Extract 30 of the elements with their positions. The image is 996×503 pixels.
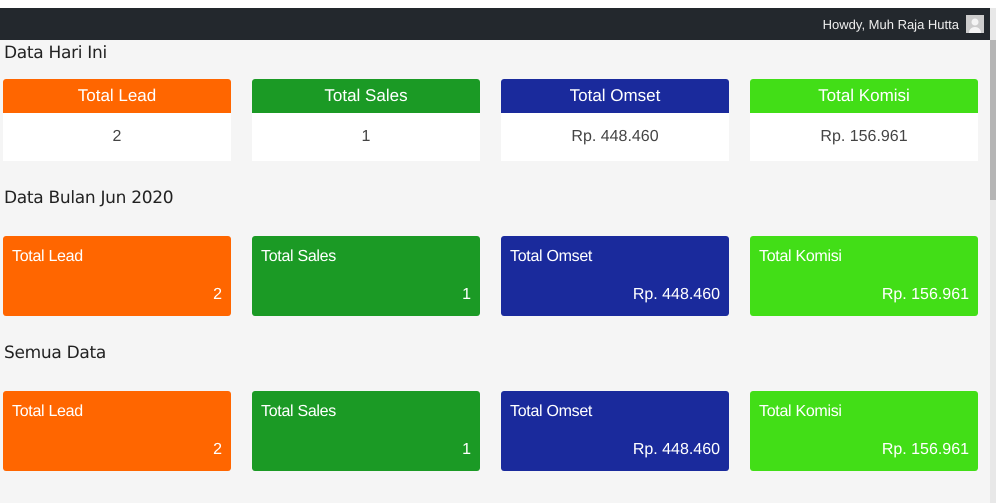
card-title: Total Omset bbox=[510, 403, 592, 421]
card-title: Total Sales bbox=[261, 248, 336, 266]
section-heading: Semua Data bbox=[4, 342, 106, 365]
card-title: Total Komisi bbox=[759, 403, 842, 421]
card-value: Rp. 448.460 bbox=[632, 441, 720, 459]
card-title: Total Lead bbox=[12, 403, 83, 421]
scrollbar[interactable] bbox=[990, 8, 996, 503]
card-value: Rp. 448.460 bbox=[571, 128, 659, 146]
section-heading: Data Bulan Jun 2020 bbox=[4, 187, 174, 210]
card-value: 2 bbox=[112, 128, 122, 146]
card-title: Total Omset bbox=[510, 248, 592, 266]
card-header: Total Sales bbox=[252, 79, 480, 113]
card-title: Total Lead bbox=[12, 248, 83, 266]
card-header: Total Omset bbox=[501, 79, 729, 113]
card-header: Total Lead bbox=[3, 79, 231, 113]
card-title: Total Sales bbox=[261, 403, 336, 421]
section-heading: Data Hari Ini bbox=[4, 42, 107, 65]
card-value: Rp. 156.961 bbox=[882, 441, 969, 459]
card-value: Rp. 156.961 bbox=[882, 286, 969, 304]
card-title: Total Komisi bbox=[759, 248, 842, 266]
card-value: 2 bbox=[213, 286, 222, 304]
card-value: 2 bbox=[213, 441, 222, 459]
card-value: 1 bbox=[362, 128, 370, 146]
card-header: Total Komisi bbox=[750, 79, 978, 113]
avatar-icon[interactable] bbox=[966, 15, 984, 33]
card-value: Rp. 156.961 bbox=[820, 128, 908, 146]
user-greeting[interactable]: Howdy, Muh Raja Hutta bbox=[822, 16, 959, 32]
card-value: Rp. 448.460 bbox=[632, 286, 720, 304]
card-value: 1 bbox=[462, 286, 471, 304]
card-value: 1 bbox=[462, 441, 471, 459]
